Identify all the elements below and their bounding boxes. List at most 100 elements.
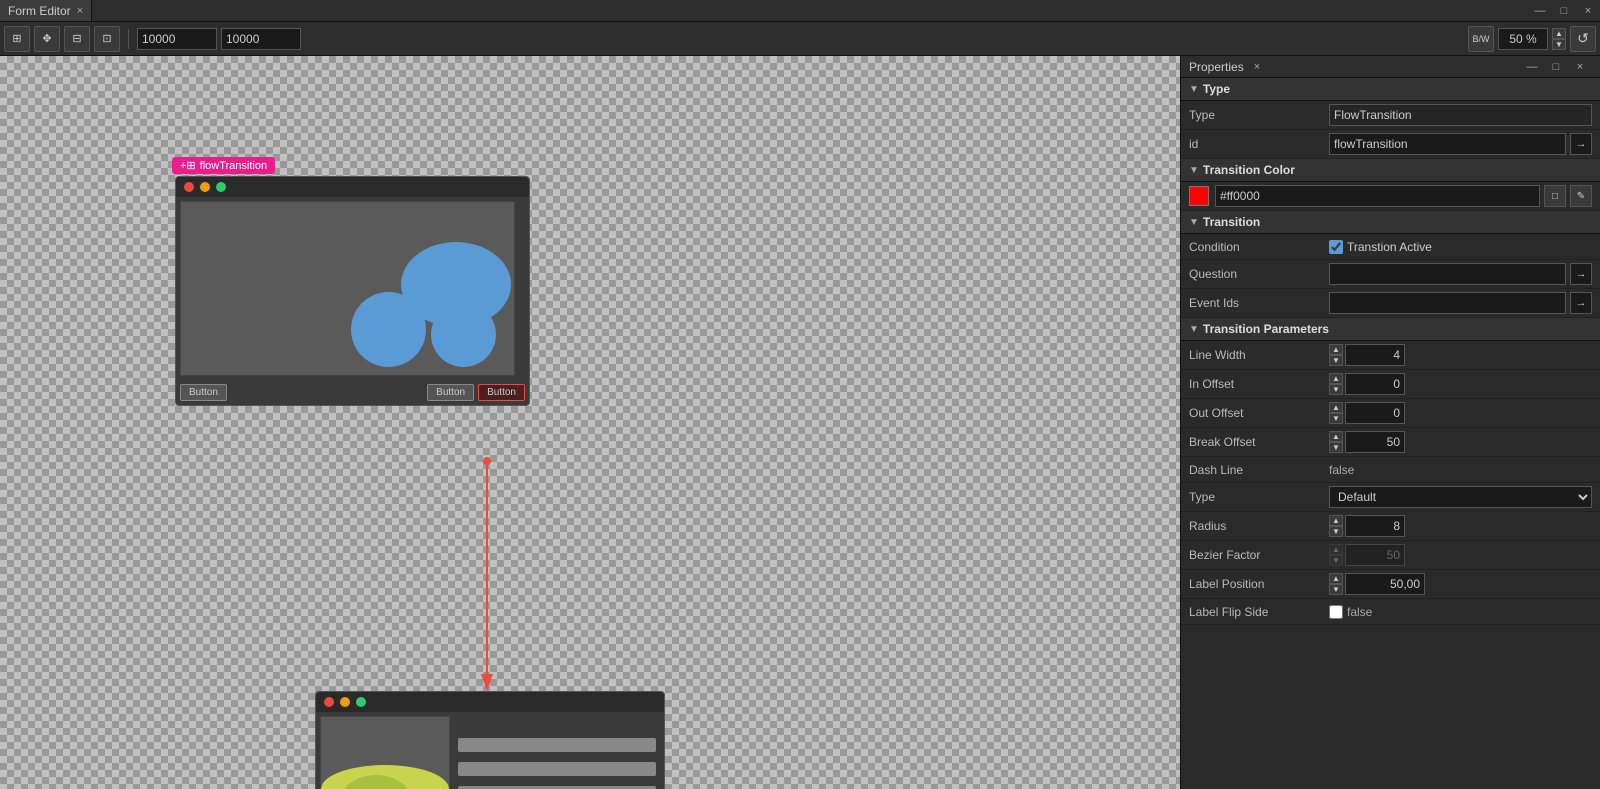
prop-bezier-label: Bezier Factor [1189, 548, 1329, 562]
type-section-label: Type [1203, 82, 1230, 96]
radius-down-btn[interactable]: ▼ [1329, 526, 1343, 537]
prop-linewidth-value-container: ▲ ▼ [1329, 344, 1592, 366]
prop-bezier-value-container: ▲ ▼ [1329, 544, 1592, 566]
label-tag: +⊞ flowTransition [172, 157, 275, 174]
zoom-input[interactable] [1498, 28, 1548, 50]
prop-condition-checkbox[interactable] [1329, 240, 1343, 254]
props-tab-label: Properties [1189, 60, 1244, 74]
node1-header [176, 177, 529, 197]
color-mode-btn[interactable]: B/W [1468, 26, 1494, 52]
props-maximize-btn[interactable]: □ [1544, 56, 1568, 78]
node1-btn2[interactable]: Button [427, 384, 474, 401]
prop-id-goto-btn[interactable]: → [1570, 133, 1592, 155]
breakoffset-spinner: ▲ ▼ [1329, 431, 1592, 453]
linewidth-down-btn[interactable]: ▼ [1329, 355, 1343, 366]
coord-x-input[interactable] [137, 28, 217, 50]
transition-color-section-header[interactable]: ▼ Transition Color [1181, 159, 1600, 182]
color-copy-btn[interactable]: □ [1544, 185, 1566, 207]
main-maximize-btn[interactable]: □ [1552, 0, 1576, 22]
form-editor-tab-close[interactable]: × [77, 5, 83, 17]
prop-outoffset-row: Out Offset ▲ ▼ [1181, 399, 1600, 428]
inoffset-input[interactable] [1345, 373, 1405, 395]
canvas-area[interactable]: +⊞ flowTransition Button Button Butto [0, 56, 1180, 789]
outoffset-up-btn[interactable]: ▲ [1329, 402, 1343, 413]
prop-inoffset-value-container: ▲ ▼ [1329, 373, 1592, 395]
prop-labelflipside-value-container: false [1329, 605, 1592, 619]
prop-condition-row: Condition Transtion Active [1181, 234, 1600, 260]
stripe1 [458, 738, 656, 752]
form-editor-tab[interactable]: Form Editor × [0, 0, 92, 21]
labelposition-down-btn[interactable]: ▼ [1329, 584, 1343, 595]
prop-type-input[interactable] [1329, 104, 1592, 126]
prop-eventids-input[interactable] [1329, 292, 1566, 314]
prop-color-input[interactable] [1215, 185, 1540, 207]
zoom-up-btn[interactable]: ▲ [1552, 28, 1566, 39]
prop-bezier-row: Bezier Factor ▲ ▼ [1181, 541, 1600, 570]
radius-input[interactable] [1345, 515, 1405, 537]
prop-id-input[interactable] [1329, 133, 1566, 155]
toolbar-btn-1[interactable]: ⊞ [4, 26, 30, 52]
transition-arrow [0, 56, 700, 789]
transition-color-label: Transition Color [1203, 163, 1295, 177]
color-swatch[interactable] [1189, 186, 1209, 206]
outoffset-down-btn[interactable]: ▼ [1329, 413, 1343, 424]
main-close-btn[interactable]: × [1576, 0, 1600, 22]
linewidth-up-btn[interactable]: ▲ [1329, 344, 1343, 355]
prop-labelflipside-checkbox[interactable] [1329, 605, 1343, 619]
bezier-down-btn[interactable]: ▼ [1329, 555, 1343, 566]
props-tab-close[interactable]: × [1254, 61, 1260, 73]
zoom-spin: ▲ ▼ [1552, 28, 1566, 50]
prop-breakoffset-row: Break Offset ▲ ▼ [1181, 428, 1600, 457]
labelposition-up-btn[interactable]: ▲ [1329, 573, 1343, 584]
node1-btn1[interactable]: Button [180, 384, 227, 401]
dot-red [184, 182, 194, 192]
transition-params-section-header[interactable]: ▼ Transition Parameters [1181, 318, 1600, 341]
prop-id-row: id → [1181, 130, 1600, 159]
node2-body [316, 712, 664, 789]
transition-section-header[interactable]: ▼ Transition [1181, 211, 1600, 234]
props-close-btn[interactable]: × [1568, 56, 1592, 78]
prop-question-goto-btn[interactable]: → [1570, 263, 1592, 285]
form-node-1[interactable]: +⊞ flowTransition Button Button Butto [175, 176, 530, 406]
prop-id-label: id [1189, 137, 1329, 151]
bezier-up-btn[interactable]: ▲ [1329, 544, 1343, 555]
prop-question-input[interactable] [1329, 263, 1566, 285]
prop-question-row: Question → [1181, 260, 1600, 289]
toolbar-btn-4[interactable]: ⊡ [94, 26, 120, 52]
node2-dot-yellow [340, 697, 350, 707]
radius-spin-arrows: ▲ ▼ [1329, 515, 1343, 537]
prop-breakoffset-value-container: ▲ ▼ [1329, 431, 1592, 453]
form-node-2[interactable] [315, 691, 665, 789]
inoffset-up-btn[interactable]: ▲ [1329, 373, 1343, 384]
prop-type2-row: Type Default Bezier Straight [1181, 483, 1600, 512]
linewidth-input[interactable] [1345, 344, 1405, 366]
transition-params-label: Transition Parameters [1203, 322, 1329, 336]
prop-dashline-value: false [1329, 463, 1354, 477]
node1-btn3[interactable]: Button [478, 384, 525, 401]
breakoffset-down-btn[interactable]: ▼ [1329, 442, 1343, 453]
zoom-down-btn[interactable]: ▼ [1552, 39, 1566, 50]
type-section-header[interactable]: ▼ Type [1181, 78, 1600, 101]
outoffset-input[interactable] [1345, 402, 1405, 424]
color-edit-btn[interactable]: ✎ [1570, 185, 1592, 207]
prop-eventids-goto-btn[interactable]: → [1570, 292, 1592, 314]
reset-zoom-btn[interactable]: ↺ [1570, 26, 1596, 52]
labelposition-input[interactable] [1345, 573, 1425, 595]
cloud3 [431, 302, 496, 367]
prop-type2-select[interactable]: Default Bezier Straight [1329, 486, 1592, 508]
prop-radius-value-container: ▲ ▼ [1329, 515, 1592, 537]
breakoffset-up-btn[interactable]: ▲ [1329, 431, 1343, 442]
props-minimize-btn[interactable]: — [1520, 56, 1544, 78]
toolbar-btn-2[interactable]: ✥ [34, 26, 60, 52]
prop-labelflipside-label: Label Flip Side [1189, 605, 1329, 619]
prop-breakoffset-label: Break Offset [1189, 435, 1329, 449]
main-minimize-btn[interactable]: — [1528, 0, 1552, 22]
coord-y-input[interactable] [221, 28, 301, 50]
radius-up-btn[interactable]: ▲ [1329, 515, 1343, 526]
prop-type-row: Type [1181, 101, 1600, 130]
toolbar-btn-3[interactable]: ⊟ [64, 26, 90, 52]
prop-labelposition-label: Label Position [1189, 577, 1329, 591]
breakoffset-input[interactable] [1345, 431, 1405, 453]
outoffset-spinner: ▲ ▼ [1329, 402, 1592, 424]
inoffset-down-btn[interactable]: ▼ [1329, 384, 1343, 395]
